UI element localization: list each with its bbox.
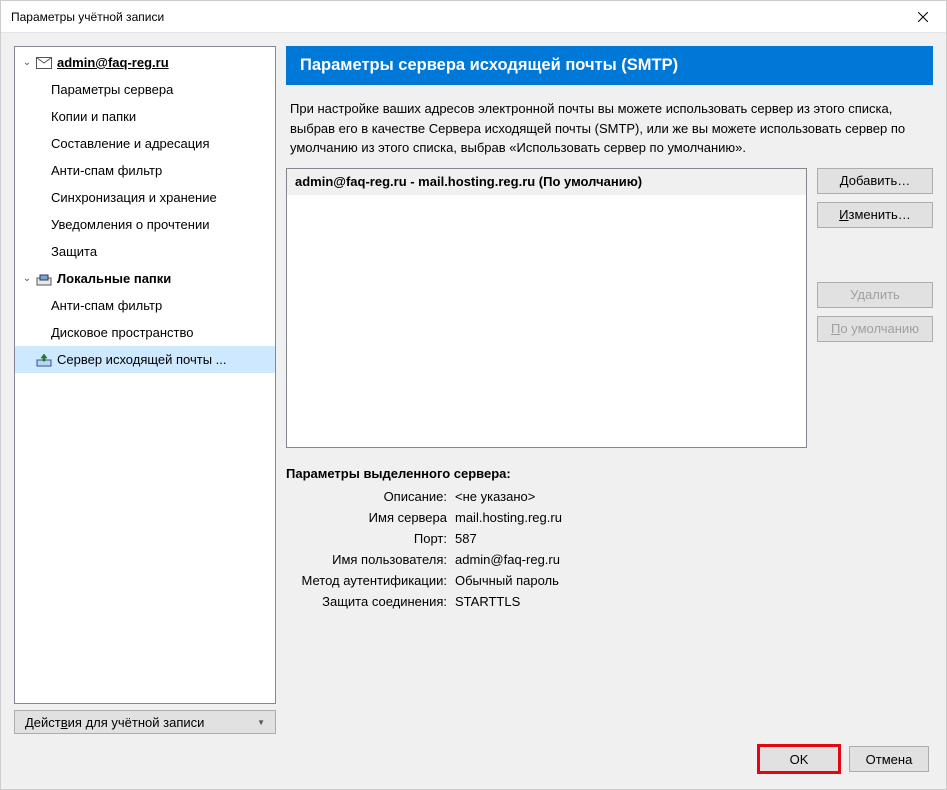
details-port-value: 587 (451, 531, 933, 546)
close-icon (918, 9, 928, 25)
smtp-list-row: admin@faq-reg.ru - mail.hosting.reg.ru (… (286, 168, 933, 448)
details-description-value: <не указано> (451, 489, 933, 504)
tree-item-server-params[interactable]: ·Параметры сервера (15, 76, 275, 103)
tree-smtp-label: Сервер исходящей почты ... (55, 352, 227, 367)
content-description: При настройке ваших адресов электронной … (286, 85, 933, 168)
chevron-down-icon: ⌄ (21, 273, 33, 284)
dialog-footer: OK Отмена (14, 734, 933, 776)
details-port-label: Порт: (286, 531, 451, 546)
smtp-server-list[interactable]: admin@faq-reg.ru - mail.hosting.reg.ru (… (286, 168, 807, 448)
sidebar: ⌄ admin@faq-reg.ru ·Параметры сервера ·К… (14, 46, 276, 734)
tree-item-compose[interactable]: ·Составление и адресация (15, 130, 275, 157)
tree-account-root[interactable]: ⌄ admin@faq-reg.ru (15, 49, 275, 76)
dialog-body: ⌄ admin@faq-reg.ru ·Параметры сервера ·К… (1, 33, 946, 789)
details-user-value: admin@faq-reg.ru (451, 552, 933, 567)
account-settings-window: Параметры учётной записи ⌄ admin@faq-reg… (0, 0, 947, 790)
folder-icon (35, 271, 53, 287)
main-row: ⌄ admin@faq-reg.ru ·Параметры сервера ·К… (14, 46, 933, 734)
details-description-label: Описание: (286, 489, 451, 504)
titlebar: Параметры учётной записи (1, 1, 946, 33)
tree-local-label: Локальные папки (55, 271, 171, 286)
edit-button[interactable]: Изменить… (817, 202, 933, 228)
smtp-buttons: Добавить… Изменить… Удалить По умолчанию (817, 168, 933, 448)
content-header: Параметры сервера исходящей почты (SMTP) (286, 46, 933, 85)
content-pane: Параметры сервера исходящей почты (SMTP)… (286, 46, 933, 734)
smtp-list-item[interactable]: admin@faq-reg.ru - mail.hosting.reg.ru (… (287, 169, 806, 195)
tree-item-copies[interactable]: ·Копии и папки (15, 103, 275, 130)
details-auth-label: Метод аутентификации: (286, 573, 451, 588)
set-default-button[interactable]: По умолчанию (817, 316, 933, 342)
tree-item-receipts[interactable]: ·Уведомления о прочтении (15, 211, 275, 238)
tree-item-local-antispam[interactable]: ·Анти-спам фильтр (15, 292, 275, 319)
window-title: Параметры учётной записи (11, 10, 164, 24)
account-tree[interactable]: ⌄ admin@faq-reg.ru ·Параметры сервера ·К… (14, 46, 276, 704)
selected-server-details: Параметры выделенного сервера: Описание:… (286, 466, 933, 609)
account-actions-button[interactable]: Действия для учётной записи ▼ (14, 710, 276, 734)
details-title: Параметры выделенного сервера: (286, 466, 933, 481)
details-security-value: STARTTLS (451, 594, 933, 609)
delete-button[interactable]: Удалить (817, 282, 933, 308)
tree-item-antispam[interactable]: ·Анти-спам фильтр (15, 157, 275, 184)
tree-account-label: admin@faq-reg.ru (55, 55, 169, 70)
tree-item-sync[interactable]: ·Синхронизация и хранение (15, 184, 275, 211)
tree-local-root[interactable]: ⌄ Локальные папки (15, 265, 275, 292)
tree-item-security[interactable]: ·Защита (15, 238, 275, 265)
server-upload-icon (35, 352, 53, 368)
tree-item-smtp[interactable]: · Сервер исходящей почты ... (15, 346, 275, 373)
details-server-value: mail.hosting.reg.ru (451, 510, 933, 525)
details-server-label: Имя сервера (286, 510, 451, 525)
tree-item-disk[interactable]: ·Дисковое пространство (15, 319, 275, 346)
details-auth-value: Обычный пароль (451, 573, 933, 588)
mail-icon (35, 55, 53, 71)
close-button[interactable] (900, 1, 946, 33)
caret-down-icon: ▼ (257, 718, 265, 727)
button-gap (817, 236, 933, 274)
account-actions-label: Действия для учётной записи (25, 715, 204, 730)
add-button[interactable]: Добавить… (817, 168, 933, 194)
details-user-label: Имя пользователя: (286, 552, 451, 567)
details-security-label: Защита соединения: (286, 594, 451, 609)
ok-button[interactable]: OK (759, 746, 839, 772)
details-table: Описание: <не указано> Имя сервера mail.… (286, 489, 933, 609)
chevron-down-icon: ⌄ (21, 57, 33, 68)
cancel-button[interactable]: Отмена (849, 746, 929, 772)
